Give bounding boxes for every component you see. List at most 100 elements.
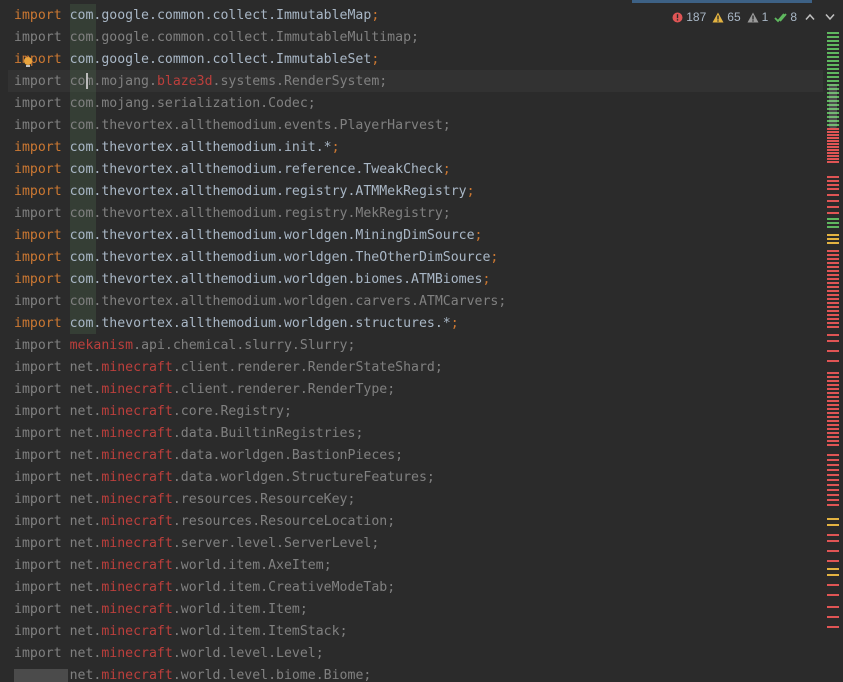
code-line[interactable]: import com.google.common.collect.Immutab… (14, 5, 506, 27)
stripe-mark[interactable] (827, 266, 839, 268)
stripe-mark[interactable] (827, 294, 839, 296)
code-line[interactable]: import com.thevortex.allthemodium.init.*… (14, 137, 506, 159)
code-line[interactable]: import com.thevortex.allthemodium.worldg… (14, 225, 506, 247)
stripe-mark[interactable] (827, 408, 839, 410)
stripe-mark[interactable] (827, 149, 839, 151)
stripe-mark[interactable] (827, 290, 839, 292)
stripe-mark[interactable] (827, 76, 839, 78)
code-line[interactable]: import net.minecraft.data.BuiltinRegistr… (14, 423, 506, 445)
stripe-mark[interactable] (827, 218, 839, 220)
stripe-mark[interactable] (827, 524, 839, 526)
stripe-mark[interactable] (827, 40, 839, 42)
stripe-mark[interactable] (827, 188, 839, 190)
code-line[interactable]: import net.minecraft.core.Registry; (14, 401, 506, 423)
code-line[interactable]: import net.minecraft.world.item.AxeItem; (14, 555, 506, 577)
stripe-mark[interactable] (827, 72, 839, 74)
code-line[interactable]: import net.minecraft.world.item.Item; (14, 599, 506, 621)
stripe-mark[interactable] (827, 489, 839, 491)
stripe-mark[interactable] (827, 152, 839, 154)
stripe-mark[interactable] (827, 314, 839, 316)
stripe-mark[interactable] (827, 560, 839, 562)
next-highlight-button[interactable] (823, 10, 837, 24)
stripe-mark[interactable] (827, 550, 839, 552)
stripe-mark[interactable] (827, 540, 839, 542)
ok-count[interactable]: 8 (774, 10, 797, 24)
code-line[interactable]: import com.thevortex.allthemodium.refere… (14, 159, 506, 181)
stripe-mark[interactable] (827, 310, 839, 312)
stripe-mark[interactable] (827, 200, 839, 202)
stripe-mark[interactable] (827, 270, 839, 272)
stripe-mark[interactable] (827, 606, 839, 608)
stripe-mark[interactable] (827, 306, 839, 308)
stripe-mark[interactable] (827, 444, 839, 446)
stripe-mark[interactable] (827, 360, 839, 362)
code-lines[interactable]: import com.google.common.collect.Immutab… (14, 5, 506, 682)
code-line[interactable]: import com.thevortex.allthemodium.regist… (14, 181, 506, 203)
stripe-mark[interactable] (827, 48, 839, 50)
code-line[interactable]: import com.thevortex.allthemodium.worldg… (14, 291, 506, 313)
stripe-mark[interactable] (827, 143, 839, 145)
code-line[interactable]: import net.minecraft.data.worldgen.Basti… (14, 445, 506, 467)
stripe-mark[interactable] (827, 146, 839, 148)
stripe-mark[interactable] (827, 376, 839, 378)
stripe-mark[interactable] (827, 194, 839, 196)
stripe-mark[interactable] (827, 206, 839, 208)
code-line[interactable]: import net.minecraft.resources.ResourceK… (14, 489, 506, 511)
stripe-mark[interactable] (827, 474, 839, 476)
stripe-mark[interactable] (827, 140, 839, 142)
code-line[interactable]: import net.minecraft.world.item.Creative… (14, 577, 506, 599)
code-line[interactable]: import com.google.common.collect.Immutab… (14, 27, 506, 49)
stripe-mark[interactable] (827, 504, 839, 506)
stripe-mark[interactable] (827, 594, 839, 596)
stripe-mark[interactable] (827, 584, 839, 586)
stripe-mark[interactable] (827, 134, 839, 136)
stripe-mark[interactable] (827, 302, 839, 304)
stripe-mark[interactable] (827, 238, 839, 240)
stripe-mark[interactable] (827, 469, 839, 471)
stripe-mark[interactable] (827, 250, 839, 252)
stripe-mark[interactable] (827, 454, 839, 456)
inspection-widget[interactable]: 187 65 1 8 (672, 8, 837, 26)
stripe-mark[interactable] (827, 60, 839, 62)
stripe-mark[interactable] (827, 155, 839, 157)
stripe-mark[interactable] (827, 432, 839, 434)
code-line[interactable]: import mekanism.api.chemical.slurry.Slur… (14, 335, 506, 357)
stripe-mark[interactable] (827, 176, 839, 178)
warning-count[interactable]: 65 (712, 10, 741, 24)
code-line[interactable]: import net.minecraft.data.worldgen.Struc… (14, 467, 506, 489)
stripe-mark[interactable] (827, 534, 839, 536)
scrollbar-thumb[interactable] (829, 84, 837, 128)
stripe-mark[interactable] (827, 436, 839, 438)
stripe-mark[interactable] (827, 340, 839, 342)
code-line[interactable]: import net.minecraft.resources.ResourceL… (14, 511, 506, 533)
stripe-mark[interactable] (827, 459, 839, 461)
code-line[interactable]: import net.minecraft.world.level.biome.B… (14, 665, 506, 682)
stripe-mark[interactable] (827, 262, 839, 264)
stripe-mark[interactable] (827, 128, 839, 130)
stripe-mark[interactable] (827, 428, 839, 430)
stripe-mark[interactable] (827, 212, 839, 214)
stripe-mark[interactable] (827, 464, 839, 466)
stripe-mark[interactable] (827, 161, 839, 163)
stripe-mark[interactable] (827, 396, 839, 398)
stripe-mark[interactable] (827, 400, 839, 402)
code-line[interactable]: import com.google.common.collect.Immutab… (14, 49, 506, 71)
code-line[interactable]: import net.minecraft.server.level.Server… (14, 533, 506, 555)
stripe-mark[interactable] (827, 131, 839, 133)
stripe-mark[interactable] (827, 282, 839, 284)
code-line[interactable]: import net.minecraft.world.item.ItemStac… (14, 621, 506, 643)
code-line[interactable]: import net.minecraft.client.renderer.Ren… (14, 357, 506, 379)
code-line[interactable]: import com.thevortex.allthemodium.worldg… (14, 247, 506, 269)
stripe-mark[interactable] (827, 274, 839, 276)
stripe-mark[interactable] (827, 158, 839, 160)
code-line[interactable]: import net.minecraft.world.level.Level; (14, 643, 506, 665)
stripe-mark[interactable] (827, 52, 839, 54)
stripe-mark[interactable] (827, 416, 839, 418)
stripe-mark[interactable] (827, 424, 839, 426)
stripe-mark[interactable] (827, 350, 839, 352)
stripe-mark[interactable] (827, 226, 839, 228)
stripe-mark[interactable] (827, 326, 839, 328)
weak-warning-count[interactable]: 1 (747, 10, 768, 24)
stripe-mark[interactable] (827, 278, 839, 280)
stripe-mark[interactable] (827, 479, 839, 481)
